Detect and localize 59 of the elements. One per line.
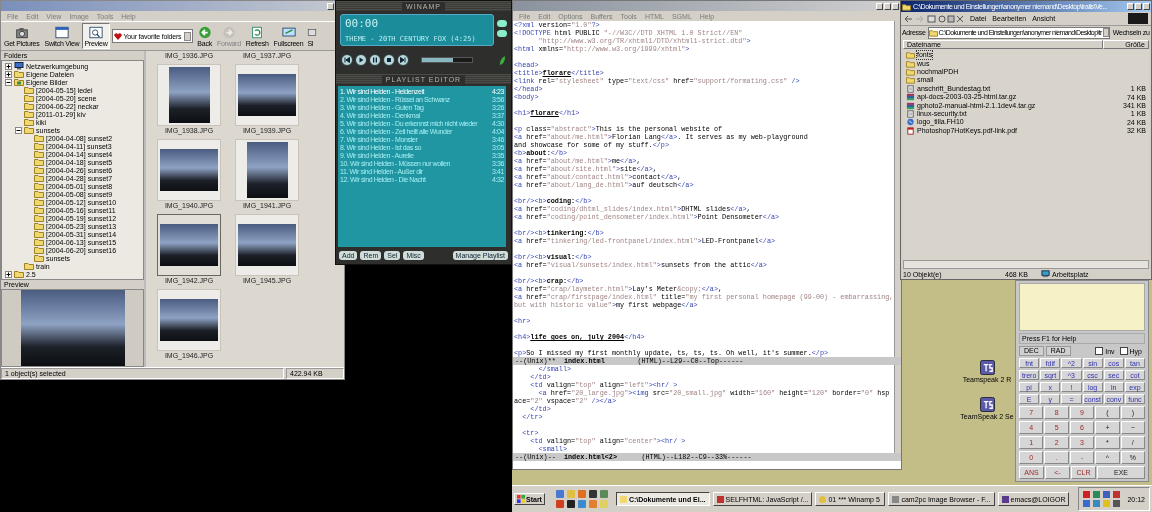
text-file-icon (906, 109, 915, 118)
magnifier-icon (88, 25, 103, 39)
archive-file-icon (906, 93, 915, 102)
expander-icon[interactable] (5, 70, 12, 78)
photo-placeholder (160, 299, 218, 341)
scrollbar[interactable] (903, 260, 1149, 269)
pdf-file-icon (906, 126, 915, 135)
checkbox[interactable] (1119, 347, 1128, 355)
next-button[interactable] (397, 54, 409, 66)
photo-placeholder (168, 67, 210, 123)
expander-icon[interactable] (5, 78, 12, 86)
thumbnail-frame[interactable] (235, 64, 299, 126)
monitor-icon (281, 25, 296, 39)
scrollbar[interactable] (894, 365, 901, 453)
minimize-button[interactable] (1127, 3, 1134, 10)
text-file-icon (906, 84, 915, 93)
expander-icon[interactable] (5, 270, 12, 278)
toolbar-icons-drawing (904, 14, 964, 23)
play-button[interactable] (355, 54, 367, 66)
windows-logo-icon (517, 495, 525, 503)
photo-placeholder (238, 74, 296, 116)
photo-placeholder (246, 142, 288, 198)
computer-icon (1041, 270, 1050, 278)
archive-file-icon (906, 101, 915, 110)
back-arrow-icon (197, 25, 212, 39)
network-icon (14, 62, 24, 70)
pause-button[interactable] (369, 54, 381, 66)
close-button[interactable] (892, 2, 899, 10)
thumbnail-frame[interactable] (235, 214, 299, 276)
close-button[interactable] (1143, 3, 1150, 10)
maximize-button[interactable] (884, 2, 891, 10)
picture-folder-icon (14, 78, 24, 86)
previous-button[interactable] (341, 54, 353, 66)
maximize-button[interactable] (1135, 3, 1142, 10)
photo-placeholder (238, 224, 296, 266)
folder-icon (928, 28, 938, 37)
thumbnail-frame[interactable] (235, 139, 299, 201)
drawing-file-icon (906, 118, 915, 127)
expander-icon[interactable] (15, 126, 22, 134)
thumbnail-frame[interactable] (157, 64, 221, 126)
leaf-icon (499, 54, 506, 66)
checkbox[interactable] (1095, 347, 1104, 355)
stop-button[interactable] (383, 54, 395, 66)
photo-placeholder (160, 224, 218, 266)
window-icon (54, 25, 69, 39)
thumbnail-frame[interactable] (157, 139, 221, 201)
minimize-button[interactable] (327, 2, 334, 10)
camera-icon (14, 25, 29, 39)
folder-icon (902, 2, 911, 11)
time-display: 00:00 (345, 17, 380, 30)
refresh-icon (250, 25, 265, 39)
minimize-button[interactable] (876, 2, 883, 10)
volume-slider[interactable] (421, 57, 473, 63)
photo-placeholder (160, 149, 218, 191)
expander-icon[interactable] (5, 62, 12, 70)
thumbnail-frame[interactable] (157, 214, 221, 276)
thumbnail-frame[interactable] (157, 289, 221, 351)
windows-logo-icon (1128, 13, 1148, 24)
heart-icon (113, 32, 122, 40)
